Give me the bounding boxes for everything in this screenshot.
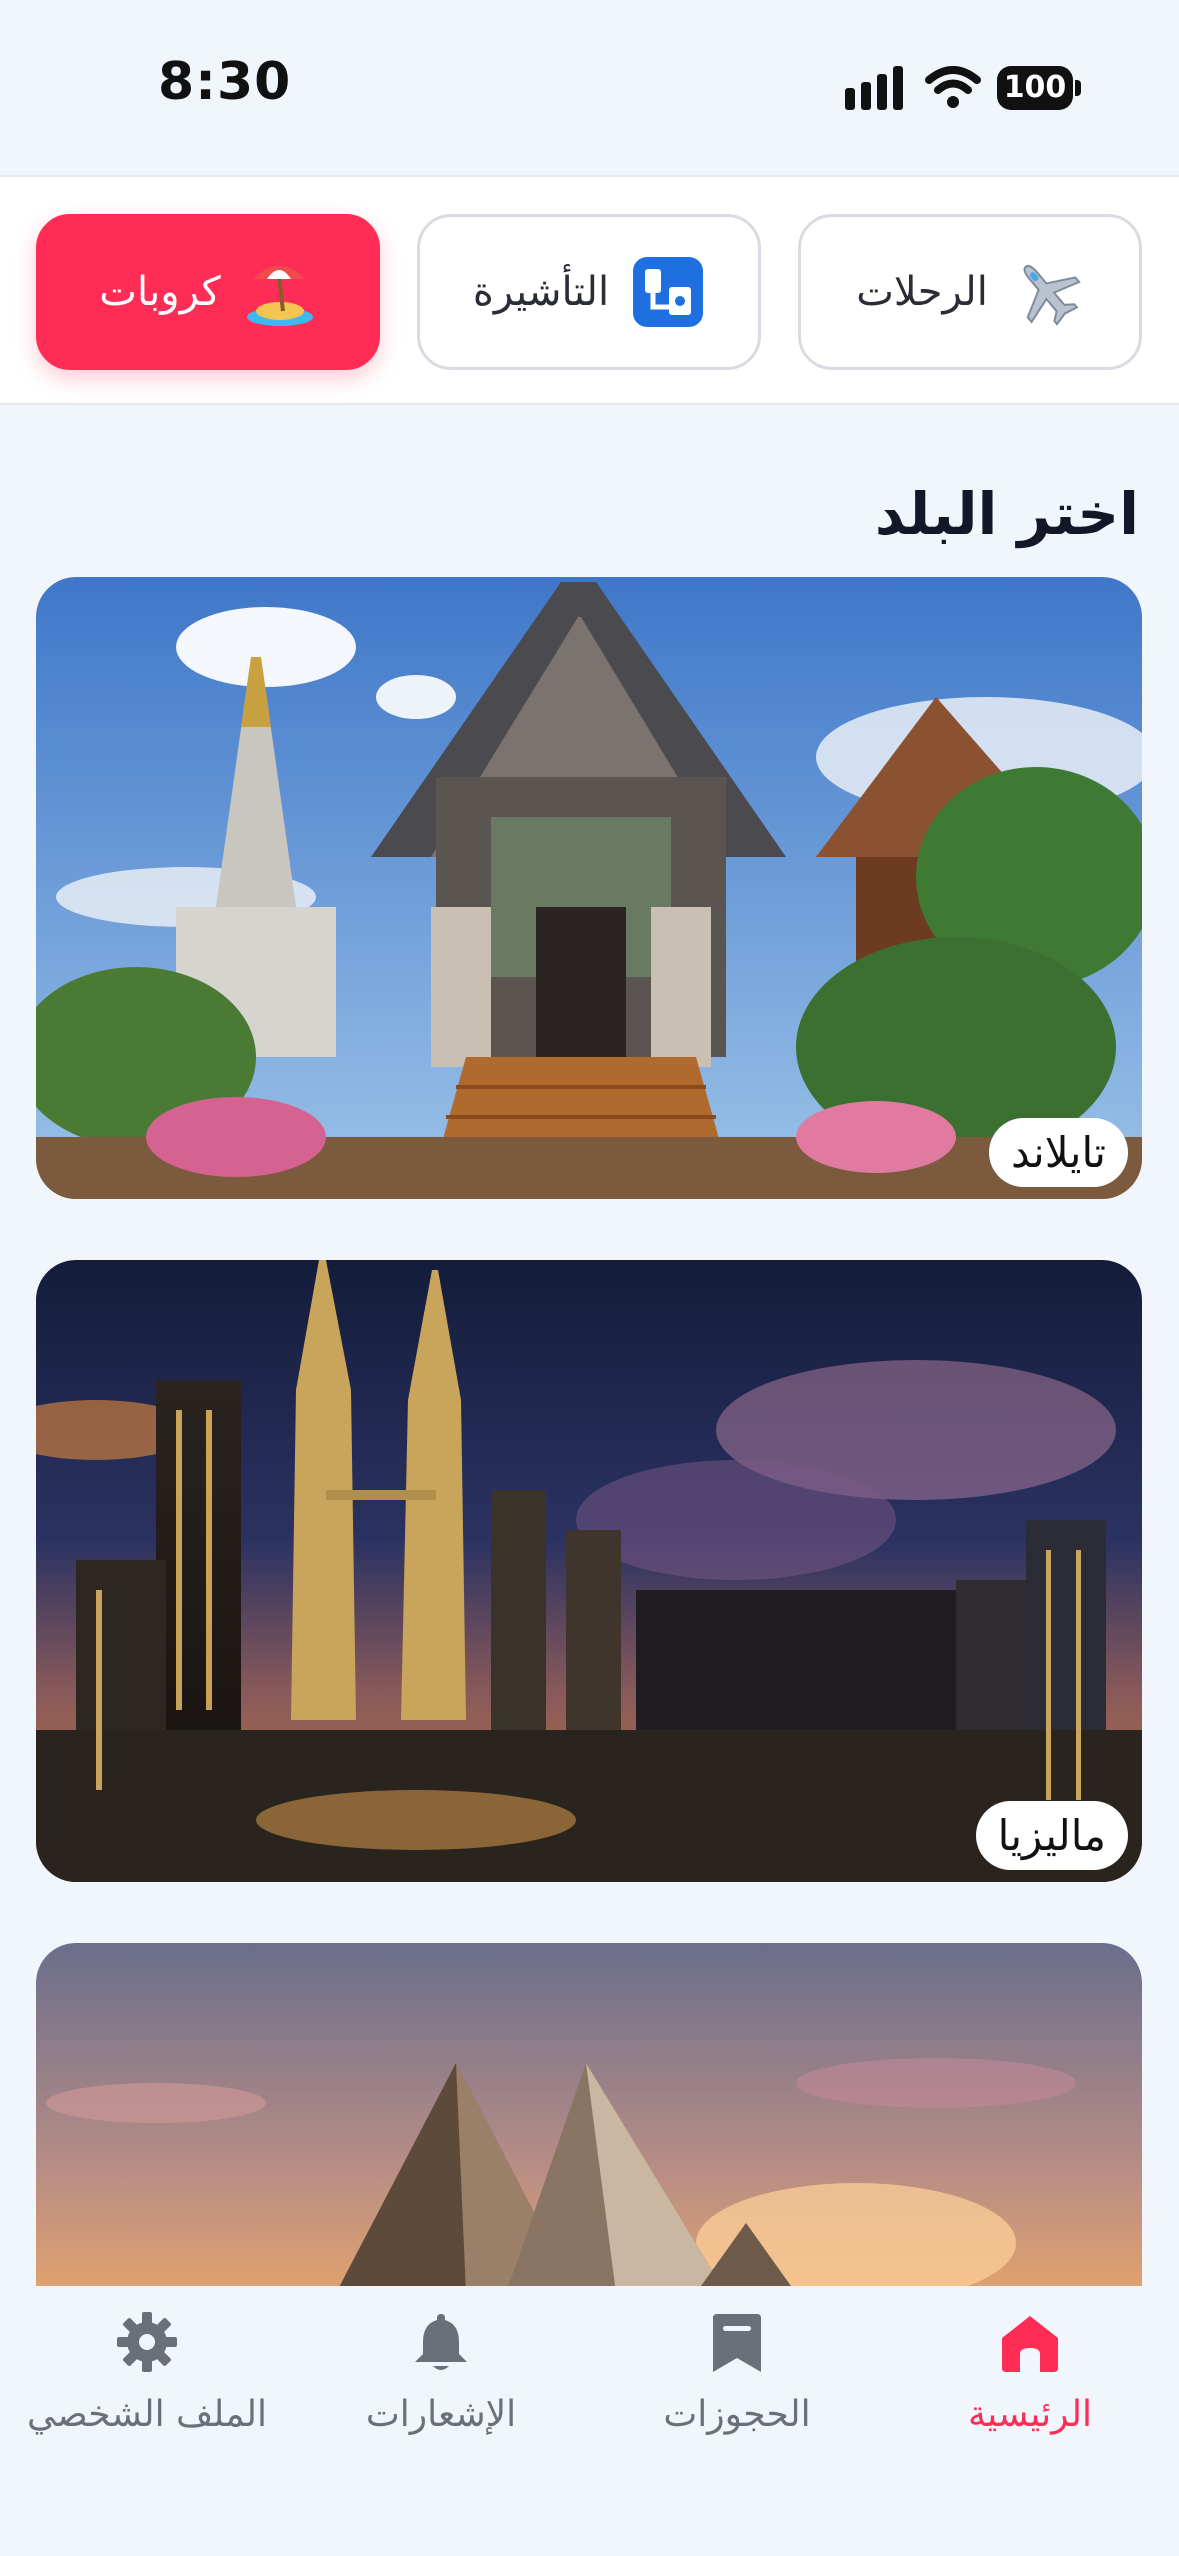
nav-home[interactable]: الرئيسية <box>885 2310 1175 2480</box>
country-name-label: ماليزيا <box>975 1801 1128 1870</box>
category-visa-button[interactable]: التأشيرة <box>417 214 761 370</box>
passport-stamp-icon <box>633 257 704 327</box>
section-title: اختر البلد <box>874 480 1139 548</box>
home-icon <box>1002 2316 1058 2372</box>
airplane-icon <box>1023 264 1081 326</box>
signal-icon <box>845 66 907 110</box>
battery-icon: 100 <box>997 66 1081 110</box>
country-card-thailand[interactable]: تايلاند <box>36 577 1142 1199</box>
bell-icon <box>415 2314 467 2370</box>
category-trips-label: الرحلات <box>856 269 988 315</box>
nav-bookings-label: الحجوزات <box>663 2394 811 2435</box>
category-bar: الرحلات التأشيرة كروبات <box>0 175 1179 405</box>
beach-island-icon <box>246 266 313 326</box>
kuala-lumpur-skyline-photo <box>36 1260 1142 1882</box>
gear-icon <box>117 2312 177 2372</box>
nav-profile[interactable]: الملف الشخصي <box>2 2310 292 2480</box>
nav-notifications-label: الإشعارات <box>365 2394 517 2435</box>
country-name-label: تايلاند <box>989 1118 1128 1187</box>
category-trips-button[interactable]: الرحلات <box>798 214 1142 370</box>
category-groups-label: كروبات <box>99 269 221 315</box>
battery-level: 100 <box>997 66 1073 110</box>
category-visa-label: التأشيرة <box>472 269 610 315</box>
nav-notifications[interactable]: الإشعارات <box>296 2310 586 2480</box>
nav-profile-label: الملف الشخصي <box>27 2394 267 2435</box>
status-bar: 8:30 100 <box>0 0 1179 175</box>
thai-temple-photo <box>36 577 1142 1199</box>
bottom-nav: الرئيسية الحجوزات الإشعارات الملف الشخصي <box>0 2286 1179 2556</box>
category-groups-button[interactable]: كروبات <box>36 214 380 370</box>
wifi-icon <box>925 66 981 108</box>
nav-bookings[interactable]: الحجوزات <box>592 2310 882 2480</box>
country-card-malaysia[interactable]: ماليزيا <box>36 1260 1142 1882</box>
status-time: 8:30 <box>158 52 292 112</box>
bookmark-icon <box>713 2314 761 2372</box>
nav-home-label: الرئيسية <box>968 2394 1092 2435</box>
